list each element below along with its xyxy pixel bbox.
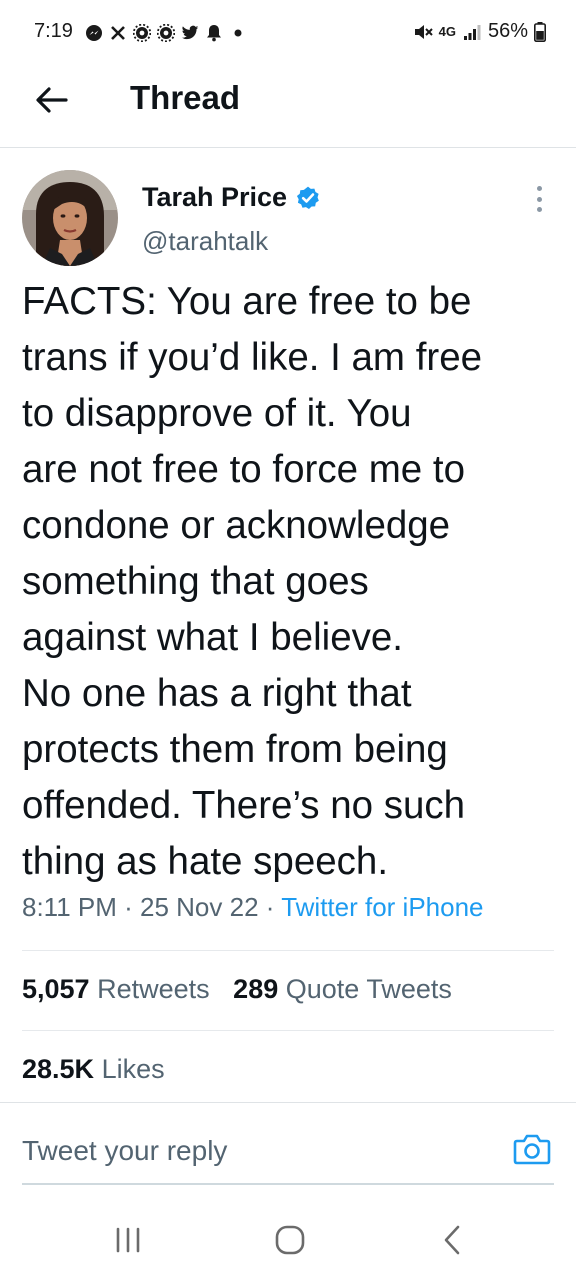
avatar[interactable] bbox=[22, 170, 118, 266]
network-type: 4G bbox=[438, 24, 456, 39]
status-time: 7:19 bbox=[34, 20, 73, 42]
recent-apps-button[interactable] bbox=[100, 1218, 156, 1262]
retweets-stat[interactable]: 5,057 Retweets bbox=[22, 974, 210, 1005]
app-header: Thread bbox=[0, 62, 576, 148]
more-dot bbox=[536, 196, 542, 202]
chevron-left-icon bbox=[444, 1225, 460, 1255]
more-options-button[interactable] bbox=[528, 184, 550, 214]
quote-tweets-count: 289 bbox=[233, 974, 279, 1004]
divider bbox=[22, 1030, 554, 1031]
back-arrow-icon bbox=[36, 87, 68, 113]
x-icon bbox=[108, 23, 128, 43]
author-handle[interactable]: @tarahtalk bbox=[142, 226, 268, 257]
reply-underline bbox=[22, 1183, 554, 1185]
battery-percentage: 56% bbox=[487, 20, 528, 42]
home-button[interactable] bbox=[262, 1218, 318, 1262]
tweet-date[interactable]: 25 Nov 22 bbox=[140, 892, 259, 922]
status-bar: 7:19 4G 56% bbox=[0, 0, 576, 62]
engagement-stats: 5,057 Retweets 289 Quote Tweets bbox=[22, 974, 468, 1005]
reply-input[interactable] bbox=[22, 1131, 482, 1171]
likes-count: 28.5K bbox=[22, 1054, 95, 1084]
battery-icon bbox=[534, 21, 546, 42]
signal-icon bbox=[462, 22, 482, 42]
back-button[interactable] bbox=[30, 80, 74, 120]
tweet-text: FACTS: You are free to be trans if you’d… bbox=[22, 280, 483, 883]
mute-icon bbox=[413, 22, 433, 42]
retweets-label: Retweets bbox=[97, 974, 210, 1004]
tweet-time[interactable]: 8:11 PM bbox=[22, 892, 117, 922]
author-name-text: Tarah Price bbox=[142, 182, 288, 212]
twitter-icon bbox=[180, 23, 200, 43]
dot-icon bbox=[228, 23, 248, 43]
divider bbox=[22, 950, 554, 951]
meta-separator: · bbox=[258, 892, 282, 922]
system-navigation-bar bbox=[0, 1190, 576, 1280]
more-dot bbox=[536, 186, 542, 191]
author-name[interactable]: Tarah Price bbox=[142, 182, 321, 213]
notification-bell-icon bbox=[204, 23, 224, 43]
retweets-count: 5,057 bbox=[22, 974, 90, 1004]
system-back-button[interactable] bbox=[424, 1218, 480, 1262]
home-icon bbox=[275, 1225, 305, 1255]
status-system-icons: 4G 56% bbox=[413, 20, 546, 43]
more-dot bbox=[536, 207, 542, 212]
page-title: Thread bbox=[130, 79, 241, 116]
reply-bar bbox=[0, 1102, 576, 1185]
settings-icon bbox=[156, 23, 176, 43]
likes-label: Likes bbox=[101, 1054, 165, 1084]
settings-icon bbox=[132, 23, 152, 43]
quote-tweets-label: Quote Tweets bbox=[285, 974, 452, 1004]
quote-tweets-stat[interactable]: 289 Quote Tweets bbox=[233, 974, 452, 1005]
meta-separator: · bbox=[116, 892, 141, 922]
status-notification-icons bbox=[84, 22, 248, 44]
camera-button[interactable] bbox=[510, 1129, 554, 1169]
recent-apps-icon bbox=[116, 1227, 140, 1253]
tweet-source[interactable]: Twitter for iPhone bbox=[281, 892, 483, 922]
camera-icon bbox=[513, 1134, 551, 1165]
messenger-icon bbox=[84, 23, 104, 43]
verified-badge-icon bbox=[297, 186, 319, 209]
likes-stat[interactable]: 28.5K Likes bbox=[22, 1054, 165, 1085]
tweet-meta: 8:11 PM · 25 Nov 22 · Twitter for iPhone bbox=[22, 892, 484, 923]
